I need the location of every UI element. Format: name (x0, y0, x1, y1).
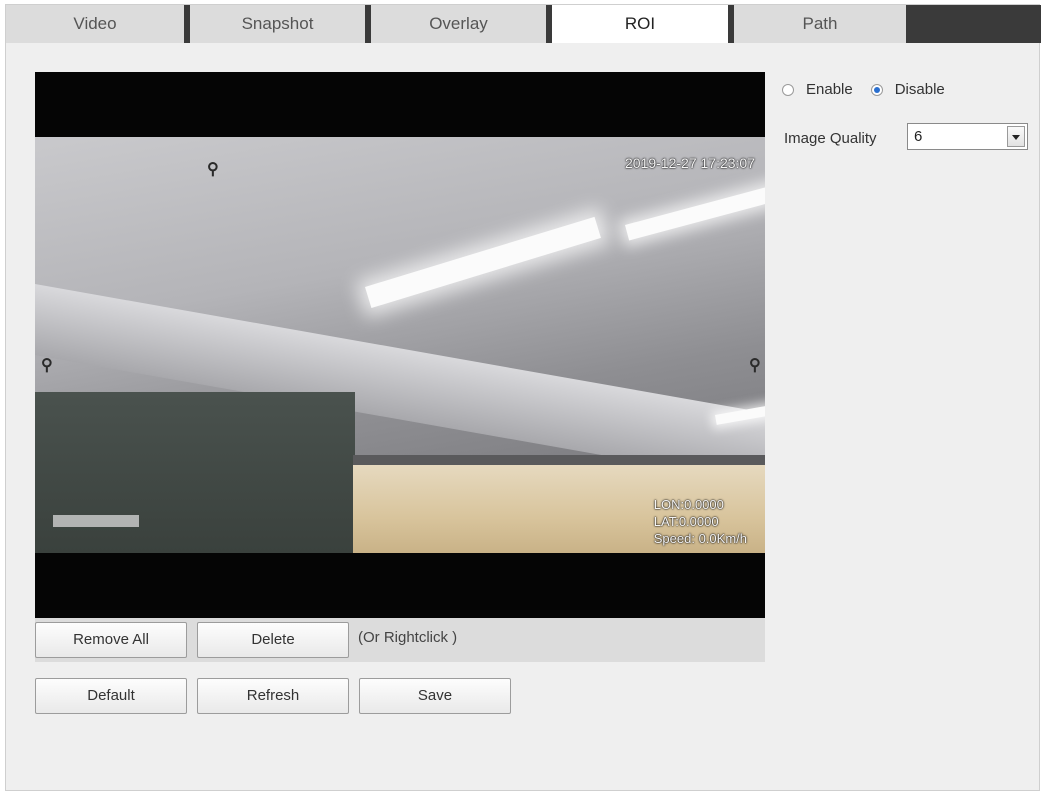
image-quality-select[interactable]: 6 (907, 123, 1028, 150)
enable-label: Enable (806, 81, 853, 98)
delete-button[interactable]: Delete (197, 622, 349, 658)
disable-label: Disable (894, 81, 945, 98)
tab-snapshot[interactable]: Snapshot (190, 5, 365, 43)
tab-path[interactable]: Path (734, 5, 906, 43)
rightclick-hint: (Or Rightclick ) (358, 629, 458, 646)
camera-image: ⚲ ⚲ ⚲ 2019-12-27 17:23:07 LON:0.0000 LAT… (35, 137, 765, 553)
enable-radio[interactable] (782, 83, 794, 96)
tab-bar-filler (906, 5, 1041, 43)
tab-bar: Video Snapshot Overlay ROI Path (6, 5, 1041, 43)
osd-latitude: LAT:0.0000 (653, 514, 719, 529)
config-panel: Video Snapshot Overlay ROI Path ⚲ ⚲ ⚲ 20… (5, 4, 1041, 791)
osd-longitude: LON:0.0000 (653, 497, 724, 512)
osd-blurred-text (53, 515, 139, 527)
video-preview[interactable]: ⚲ ⚲ ⚲ 2019-12-27 17:23:07 LON:0.0000 LAT… (35, 72, 765, 618)
disable-radio[interactable] (870, 83, 883, 96)
sprinkler-icon: ⚲ (749, 357, 761, 374)
osd-speed: Speed: 0.0Km/h (653, 531, 747, 546)
refresh-button[interactable]: Refresh (197, 678, 349, 714)
osd-timestamp: 2019-12-27 17:23:07 (625, 155, 755, 171)
sprinkler-icon: ⚲ (207, 161, 219, 178)
tab-overlay[interactable]: Overlay (371, 5, 546, 43)
save-button[interactable]: Save (359, 678, 511, 714)
tab-video[interactable]: Video (6, 5, 184, 43)
image-quality-label: Image Quality (784, 130, 877, 147)
tab-roi[interactable]: ROI (552, 5, 728, 43)
roi-enable-group: Enable Disable (782, 81, 945, 98)
sprinkler-icon: ⚲ (41, 357, 53, 374)
image-quality-value: 6 (914, 128, 923, 145)
glass-wall (35, 392, 355, 553)
osd-gps-info: LON:0.0000 LAT:0.0000 Speed: 0.0Km/h (654, 496, 747, 547)
chevron-down-icon[interactable] (1007, 126, 1025, 147)
remove-all-button[interactable]: Remove All (35, 622, 187, 658)
default-button[interactable]: Default (35, 678, 187, 714)
